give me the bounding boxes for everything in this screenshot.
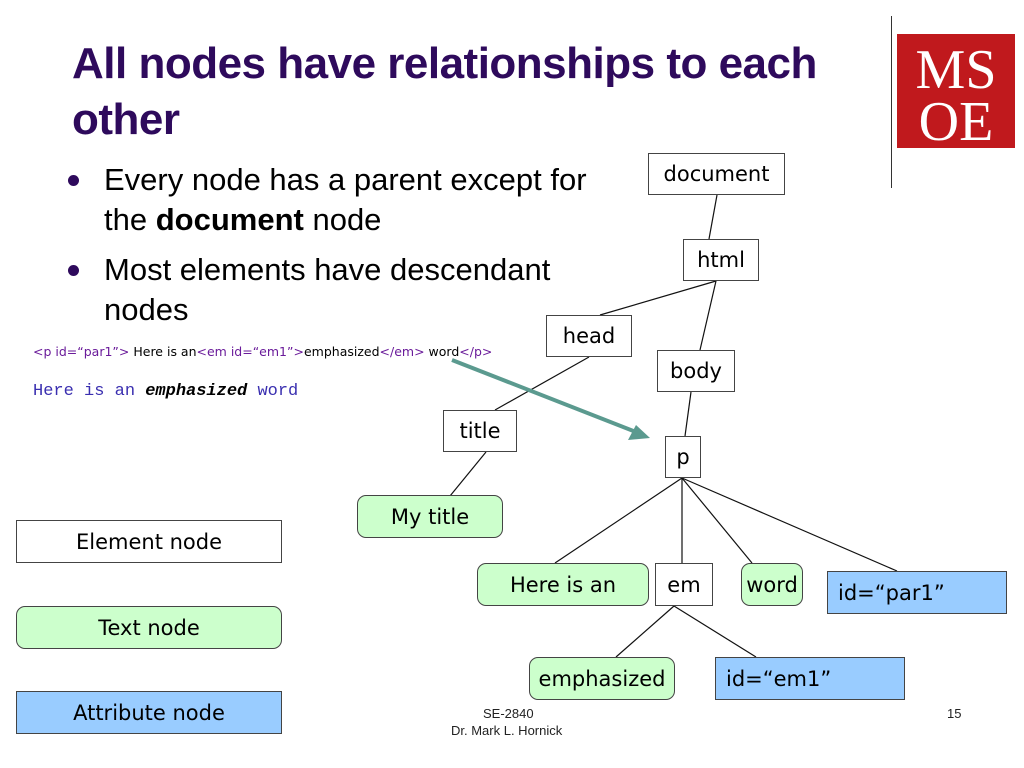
edge-em-idem1 xyxy=(673,605,757,658)
node-id-par1: id=“par1” xyxy=(827,571,1007,614)
code-p-close-tag: </p> xyxy=(459,344,493,359)
page-number: 15 xyxy=(947,706,962,721)
edge-document-html xyxy=(708,194,718,240)
bullet-text: Most elements have descendant nodes xyxy=(104,252,551,327)
node-em: em xyxy=(655,563,713,606)
bullet-list: Every node has a parent except for the d… xyxy=(60,160,620,340)
node-emphasized: emphasized xyxy=(529,657,675,700)
code-p-open-tag: <p id=“par1”> xyxy=(33,344,130,359)
code-em-open-tag: <em id=“em1”> xyxy=(196,344,304,359)
bullet-item: Every node has a parent except for the d… xyxy=(60,160,620,240)
footer-author: Dr. Mark L. Hornick xyxy=(451,723,563,738)
edge-html-body xyxy=(699,280,717,351)
bullet-bold-text: document xyxy=(155,202,304,237)
arrow-head-icon xyxy=(628,425,650,440)
edge-p-hereisan xyxy=(554,477,683,564)
bullet-text-end: node xyxy=(303,202,382,237)
node-body: body xyxy=(657,350,735,392)
logo-text-bottom: OE xyxy=(919,91,994,148)
footer-course: SE-2840 xyxy=(483,706,534,721)
node-here-is-an: Here is an xyxy=(477,563,649,606)
node-head: head xyxy=(546,315,632,357)
slide-title: All nodes have relationships to each oth… xyxy=(72,39,817,144)
legend-attribute-node: Attribute node xyxy=(16,691,282,734)
legend-text-node: Text node xyxy=(16,606,282,649)
node-document: document xyxy=(648,153,785,195)
bullet-dot-icon xyxy=(68,175,79,186)
bullet-item: Most elements have descendant nodes xyxy=(60,250,620,330)
rendered-text: word xyxy=(247,382,299,401)
rendered-emphasis: emphasized xyxy=(145,382,248,401)
html-source-code: <p id=“par1”> Here is an<em id=“em1”>emp… xyxy=(33,344,492,359)
edge-p-idpar1 xyxy=(681,477,898,572)
logo-divider xyxy=(891,16,892,188)
legend-element-node: Element node xyxy=(16,520,282,563)
edge-title-mytitle xyxy=(449,451,487,497)
node-p: p xyxy=(665,436,701,478)
msoe-logo-icon: MS OE xyxy=(916,39,997,148)
edge-body-p xyxy=(684,391,692,437)
code-text: emphasized xyxy=(303,344,380,359)
node-html: html xyxy=(683,239,759,281)
node-my-title: My title xyxy=(357,495,503,538)
edge-em-emphasized xyxy=(615,605,675,658)
code-text: word xyxy=(424,344,460,359)
rendered-output: Here is an emphasized word xyxy=(33,382,298,401)
bullet-dot-icon xyxy=(68,265,79,276)
node-word: word xyxy=(741,563,803,606)
code-text: Here is an xyxy=(129,344,197,359)
edge-p-word xyxy=(681,477,753,564)
node-id-em1: id=“em1” xyxy=(715,657,905,700)
code-em-close-tag: </em> xyxy=(379,344,425,359)
node-title: title xyxy=(443,410,517,452)
msoe-logo: MS OE xyxy=(897,34,1015,148)
rendered-text: Here is an xyxy=(33,382,146,401)
edge-head-title xyxy=(494,356,590,411)
